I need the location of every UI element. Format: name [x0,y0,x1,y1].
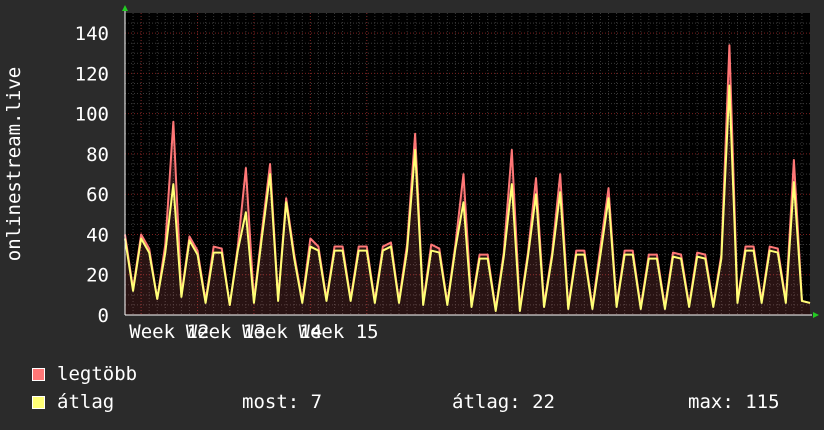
y-tick-label: 140 [75,23,109,45]
y-tick-label: 120 [75,63,109,85]
y-tick-label: 60 [86,184,109,206]
stat-current: most: 7 [242,391,323,413]
y-tick-label: 80 [86,144,109,166]
x-axis-arrow-icon [813,312,819,318]
y-axis-label: onlinestream.live [3,67,25,261]
y-tick-label: 40 [86,224,109,246]
x-tick-label: Week 15 [299,321,379,343]
y-tick-label: 0 [98,305,109,327]
y-tick-label: 100 [75,104,109,126]
graph-window: 0 20 40 60 80 100 120 140 Week 12 Week 13 Week 14 W… [0,0,824,430]
legend-swatch-max [32,367,45,381]
legend-swatch-avg [32,395,45,409]
stat-maximum: max: 115 [688,391,780,413]
stat-average: átlag: 22 [452,391,555,413]
y-axis-arrow-icon [122,5,128,11]
y-tick-label: 20 [86,265,109,287]
legend-label-avg: átlag [57,391,115,413]
legend-label-max: legtöbb [57,363,138,385]
legend-entry-avg: átlag [32,391,114,413]
legend-entry-max: legtöbb [32,363,137,385]
